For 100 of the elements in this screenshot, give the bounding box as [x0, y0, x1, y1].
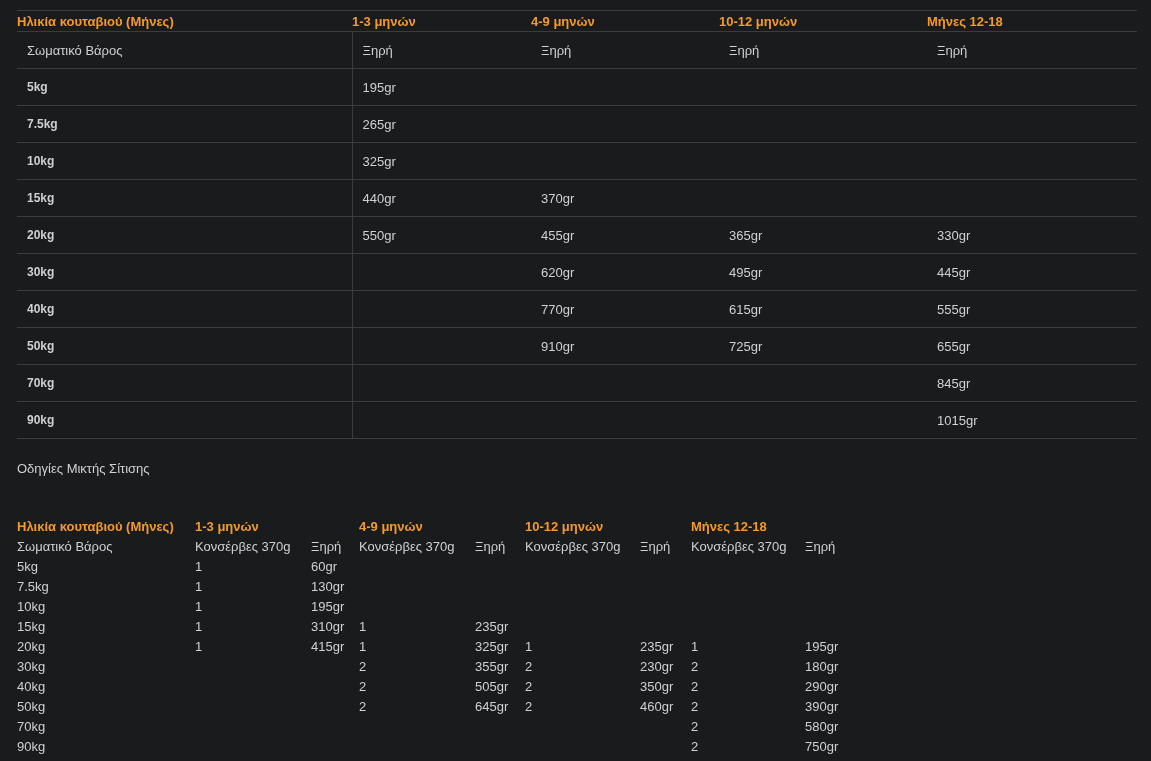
weight-cell: 40kg	[17, 290, 352, 328]
table-cell: 555gr	[937, 301, 971, 317]
age-header: Ηλικία κουταβιού (Μήνες)	[17, 10, 352, 32]
table-cell: 230gr	[640, 658, 674, 674]
weight-cell-text: 70kg	[17, 717, 47, 736]
table-cell: 2	[359, 658, 367, 674]
weight-cell-text: 40kg	[17, 677, 47, 696]
weight-cell: 15kg	[17, 179, 352, 217]
age-column-header: 1-3 μηνών	[352, 10, 531, 32]
table-cell: 330gr	[937, 227, 971, 243]
table-cell: 1015gr	[937, 412, 978, 428]
food-type-header: Κονσέρβες 370g	[525, 536, 640, 556]
table-cell: 1	[195, 618, 203, 634]
table-cell: 2	[691, 718, 699, 734]
food-type-header: Κονσέρβες 370g	[691, 536, 805, 556]
table-cell: 505gr	[475, 678, 509, 694]
table-cell: 370gr	[541, 190, 575, 206]
table-cell: 750gr	[805, 738, 839, 754]
table-cell: 1	[195, 598, 203, 614]
weight-cell-text: 5kg	[17, 557, 39, 576]
table-cell: 390gr	[805, 698, 839, 714]
table-cell: 845gr	[937, 375, 971, 391]
table-cell: 195gr	[311, 598, 345, 614]
weight-header: Σωματικό Βάρος	[17, 537, 114, 556]
food-type-header: Ξηρή	[352, 31, 531, 69]
age-column-header: Μήνες 12-18	[927, 10, 1137, 32]
weight-header: Σωματικό Βάρος	[17, 31, 352, 69]
table-cell: 350gr	[640, 678, 674, 694]
table-cell: 180gr	[805, 658, 839, 674]
table-cell: 2	[691, 678, 699, 694]
table-cell: 290gr	[805, 678, 839, 694]
table-cell: 2	[691, 658, 699, 674]
food-type-header: Ξηρή	[311, 537, 343, 556]
table-cell: 725gr	[729, 338, 763, 354]
age-column-header: 4-9 μηνών	[359, 518, 423, 534]
table-cell: 440gr	[362, 190, 396, 206]
weight-cell: 7.5kg	[17, 105, 352, 143]
table-cell: 2	[525, 698, 533, 714]
table-cell: 235gr	[475, 618, 509, 634]
table-cell: 265gr	[362, 116, 396, 132]
table-cell: 2	[691, 738, 699, 754]
table-cell: 310gr	[311, 618, 345, 634]
table-cell: 2	[525, 678, 533, 694]
weight-cell: 70kg	[17, 364, 352, 402]
table-cell: 130gr	[311, 578, 345, 594]
weight-cell-text: 90kg	[17, 737, 47, 756]
table-cell: 2	[691, 698, 699, 714]
weight-cell: 90kg	[17, 401, 352, 439]
age-column-header: 1-3 μηνών	[195, 518, 259, 534]
weight-cell-text: 15kg	[17, 617, 47, 636]
table-cell: 1	[195, 638, 203, 654]
table-cell: 1	[359, 638, 367, 654]
table-cell: 1	[525, 638, 533, 654]
age-column-header: 4-9 μηνών	[531, 10, 719, 32]
table-cell: 60gr	[311, 558, 338, 574]
table-cell: 195gr	[805, 638, 839, 654]
table-cell: 580gr	[805, 718, 839, 734]
food-type-header: Ξηρή	[640, 537, 672, 556]
weight-cell: 30kg	[17, 253, 352, 291]
table-cell: 460gr	[640, 698, 674, 714]
table-cell: 355gr	[475, 658, 509, 674]
table-cell: 2	[359, 678, 367, 694]
weight-cell: 20kg	[17, 216, 352, 254]
food-type-header: Ξηρή	[805, 537, 837, 556]
table-cell: 1	[691, 638, 699, 654]
table-cell: 615gr	[729, 301, 763, 317]
table-cell: 770gr	[541, 301, 575, 317]
table-cell: 325gr	[475, 638, 509, 654]
table-cell: 455gr	[541, 227, 575, 243]
table-cell: 2	[525, 658, 533, 674]
table-cell: 365gr	[729, 227, 763, 243]
table-cell: 645gr	[475, 698, 509, 714]
age-column-header: Μήνες 12-18	[691, 518, 767, 534]
section-title: Οδηγίες Μικτής Σίτισης	[17, 461, 151, 476]
weight-cell-text: 20kg	[17, 637, 47, 656]
food-type-header: Κονσέρβες 370g	[359, 536, 475, 556]
food-type-header: Ξηρή	[719, 31, 927, 69]
table-cell: 910gr	[541, 338, 575, 354]
food-type-header: Κονσέρβες 370g	[195, 536, 311, 556]
weight-cell: 10kg	[17, 142, 352, 180]
age-column-header: 10-12 μηνών	[525, 518, 604, 534]
table-cell: 1	[195, 558, 203, 574]
food-type-header: Ξηρή	[475, 537, 507, 556]
weight-cell: 5kg	[17, 68, 352, 106]
table-cell: 1	[359, 618, 367, 634]
weight-cell-text: 7.5kg	[17, 577, 50, 596]
table-cell: 620gr	[541, 264, 575, 280]
table-cell: 325gr	[362, 153, 396, 169]
table-cell: 655gr	[937, 338, 971, 354]
weight-cell-text: 10kg	[17, 597, 47, 616]
table-cell: 415gr	[311, 638, 345, 654]
food-type-header: Ξηρή	[531, 31, 719, 69]
table-cell: 235gr	[640, 638, 674, 654]
table-cell: 495gr	[729, 264, 763, 280]
weight-cell-text: 30kg	[17, 657, 47, 676]
weight-cell-text: 50kg	[17, 697, 47, 716]
table-cell: 2	[359, 698, 367, 714]
food-type-header: Ξηρή	[927, 31, 1137, 69]
age-header: Ηλικία κουταβιού (Μήνες)	[17, 516, 195, 536]
table-cell: 550gr	[362, 227, 396, 243]
